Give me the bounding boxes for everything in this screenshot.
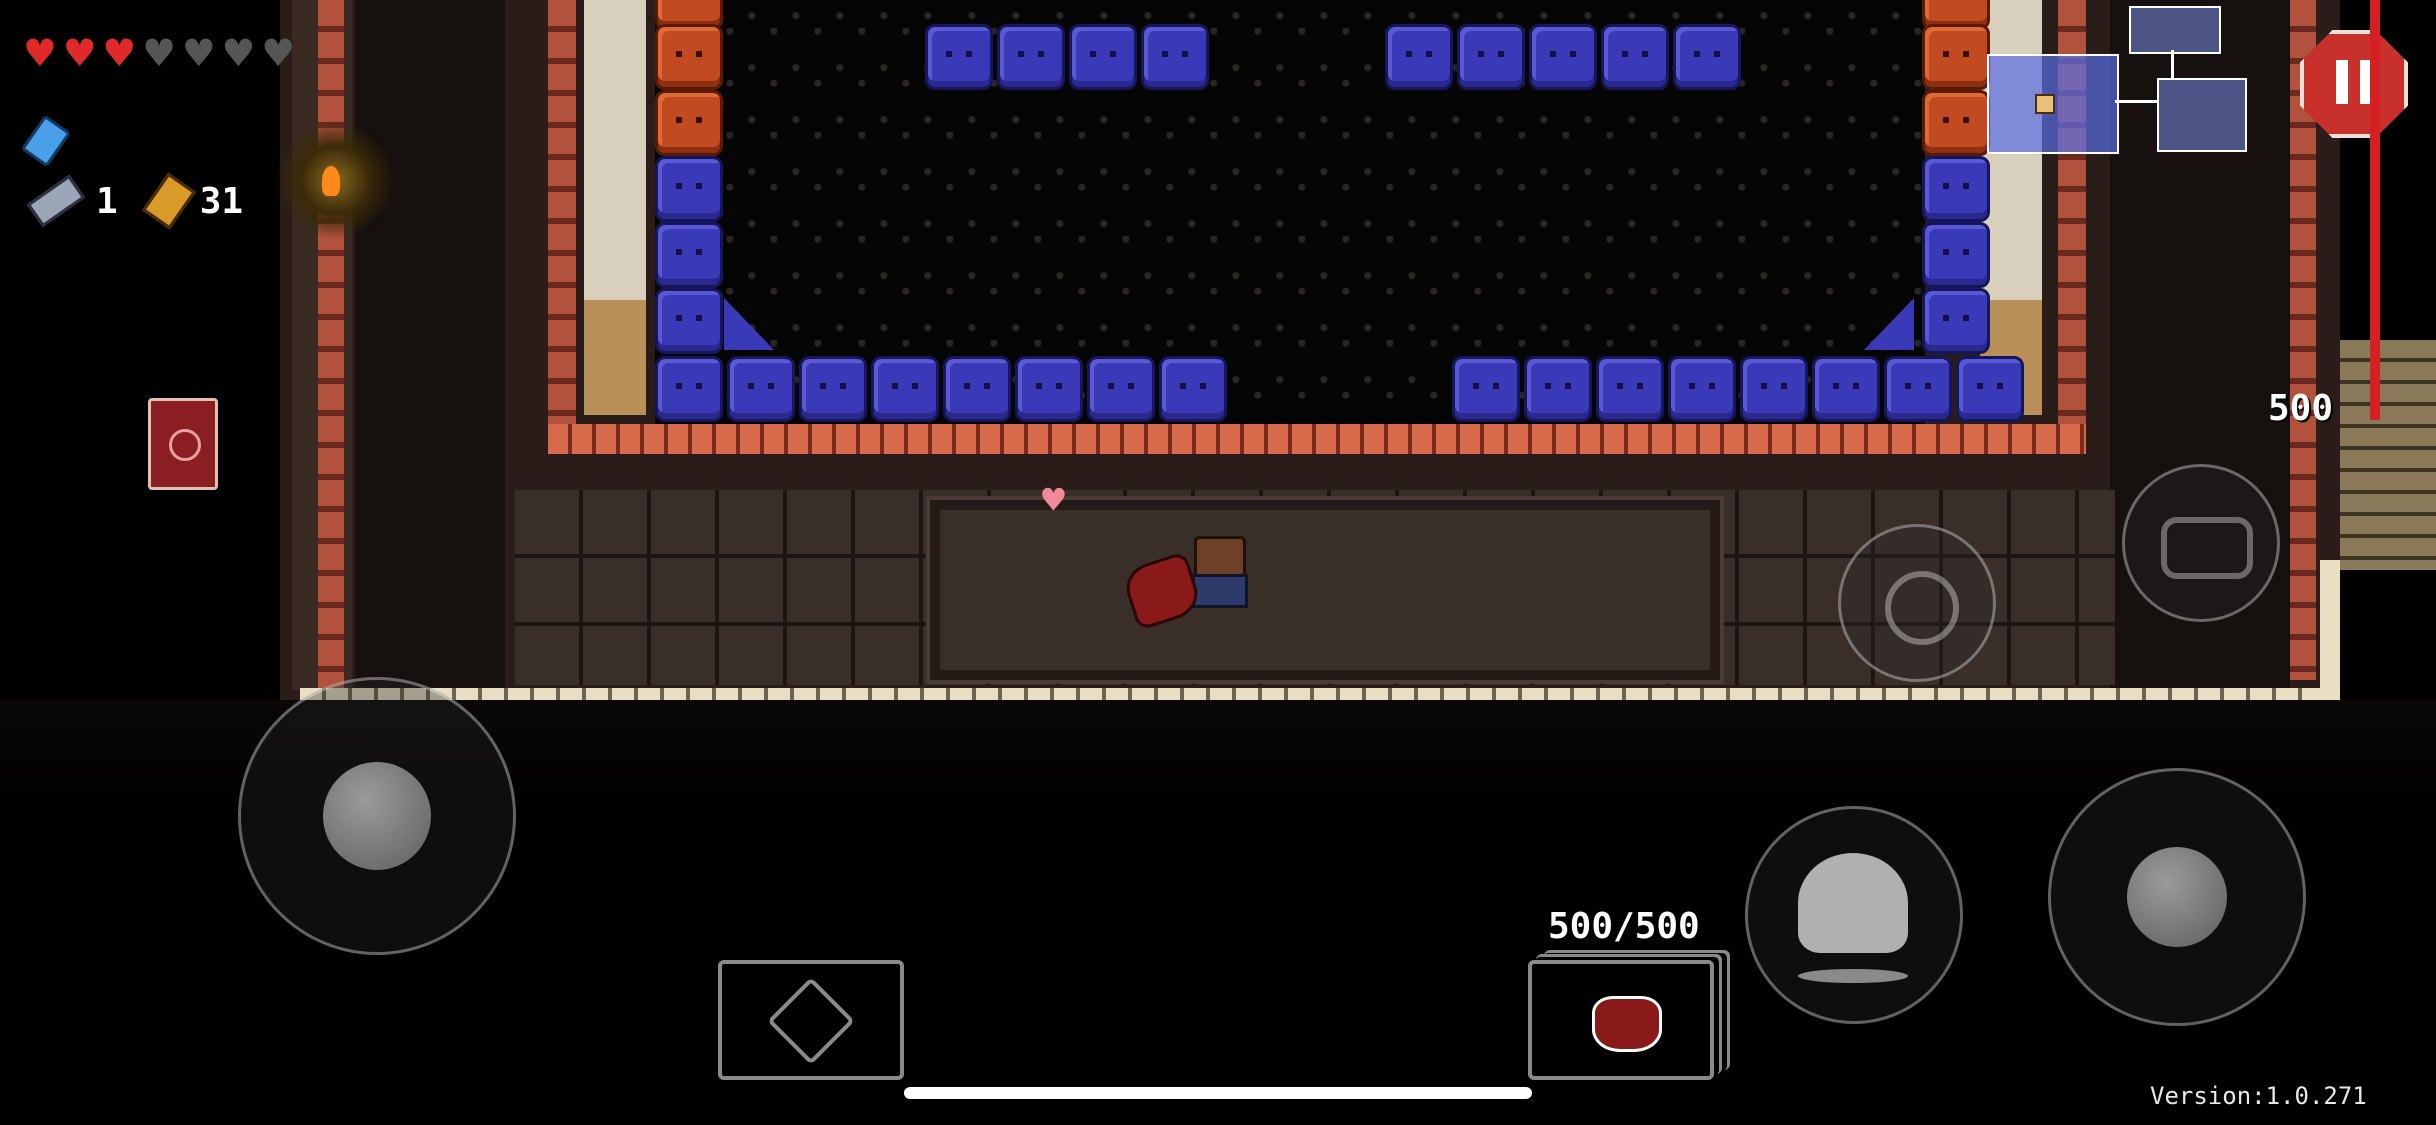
heart-empty-icon: ♥ [145, 26, 173, 80]
interact-button[interactable] [2122, 464, 2280, 622]
right-door [2340, 340, 2436, 570]
heart-full-icon: ♥ [26, 26, 54, 80]
item-slot[interactable] [718, 960, 904, 1080]
boss-health-bar [2370, 0, 2380, 420]
left-brick-wall [318, 0, 344, 690]
minimap-player-icon [2035, 94, 2055, 114]
heart-full-icon: ♥ [105, 26, 134, 80]
left-ramp [724, 298, 774, 350]
active-item-icon [767, 977, 855, 1065]
block-row-bottom-right [1452, 356, 2024, 422]
left-shadow-lane [355, 0, 505, 690]
shells-count: 31 [199, 180, 244, 222]
demon-head-gun-icon [1592, 996, 1662, 1052]
torch-flame-icon [322, 166, 340, 196]
home-indicator[interactable] [904, 1087, 1532, 1099]
move-joystick-knob[interactable] [323, 762, 431, 870]
heart-pickup-icon: ♥ [1042, 478, 1065, 522]
left-stone-column [584, 0, 646, 300]
active-item-book-icon[interactable] [148, 398, 218, 490]
key-icon [26, 174, 86, 228]
heart-empty-icon: ♥ [264, 26, 292, 80]
dodge-roll-icon [1798, 853, 1908, 953]
block-row-top-left [925, 24, 1209, 90]
heart-full-icon: ♥ [65, 26, 94, 80]
floor-rug [926, 496, 1724, 684]
resource-counters: 1 31 [26, 172, 244, 230]
inner-left-pillar [548, 0, 576, 450]
left-sandstone-block [584, 300, 646, 415]
health-hearts: ♥ ♥ ♥ ♥ ♥ ♥ ♥ [26, 30, 292, 76]
reload-button[interactable] [1838, 524, 1996, 682]
aim-joystick-knob[interactable] [2127, 847, 2227, 947]
aim-joystick[interactable] [2048, 768, 2306, 1026]
minimap[interactable] [1985, 0, 2295, 160]
interact-icon [2161, 517, 2253, 579]
block-row-top-right [1385, 24, 1741, 90]
boss-hp-label: 500 [2268, 388, 2334, 429]
pause-icon [2336, 60, 2348, 104]
room-edge-right [2320, 560, 2340, 700]
block-row-bottom-left [655, 356, 1227, 422]
version-label: Version:1.0.271 [2150, 1082, 2367, 1110]
heart-empty-icon: ♥ [224, 26, 253, 80]
dodge-roll-button[interactable] [1745, 806, 1963, 1024]
keys-count: 1 [96, 180, 118, 222]
reload-icon [1885, 571, 1959, 645]
right-ramp [1864, 298, 1914, 350]
heart-empty-icon: ♥ [184, 26, 213, 80]
pit-ledge [548, 424, 2086, 454]
ammo-counter: 500/500 [1548, 906, 1700, 947]
move-joystick[interactable] [238, 677, 516, 955]
shell-casing-icon [141, 172, 196, 230]
weapon-slot[interactable] [1528, 960, 1714, 1080]
